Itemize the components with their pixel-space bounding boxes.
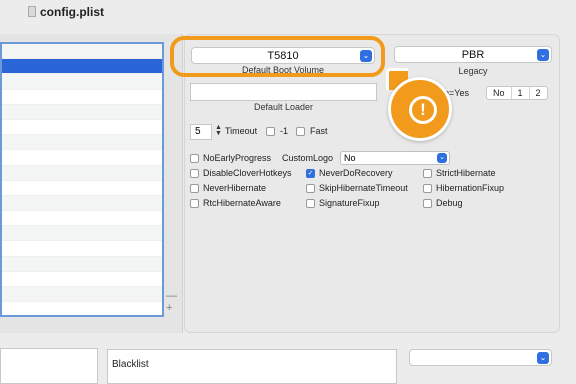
list-item[interactable] [2, 135, 162, 151]
list-item[interactable] [2, 44, 162, 60]
chevron-updown-icon: ⌄ [537, 49, 549, 61]
noearlyprogress-checkbox[interactable] [190, 154, 199, 163]
list-item[interactable] [2, 74, 162, 90]
window: config.plist — + T5810 ⌄ Default Boot Vo… [0, 0, 576, 384]
rtchibernateaware-checkbox[interactable] [190, 199, 199, 208]
list-item[interactable] [2, 104, 162, 120]
list-item[interactable] [2, 256, 162, 272]
skiphibernatetimeout-checkbox[interactable] [306, 184, 315, 193]
list-item[interactable] [2, 226, 162, 242]
blacklist-label: Blacklist [112, 359, 149, 370]
default-loader-field[interactable] [190, 83, 377, 101]
file-icon [28, 6, 36, 17]
segment-no[interactable]: No [487, 87, 511, 99]
list-item[interactable] [2, 150, 162, 166]
default-boot-volume-popup[interactable]: T5810 ⌄ [191, 47, 375, 64]
skiphibernatetimeout-label: SkipHibernateTimeout [319, 183, 408, 193]
chevron-updown-icon: ⌄ [360, 50, 372, 62]
segment-2[interactable]: 2 [528, 87, 547, 99]
legacy-value: PBR [461, 48, 485, 61]
neverdorecovery-label: NeverDoRecovery [319, 168, 393, 178]
list-item[interactable] [2, 181, 162, 196]
customlogo-popup[interactable]: No ⌄ [340, 151, 450, 165]
legacy-caption: Legacy [458, 66, 488, 76]
debug-label: Debug [436, 198, 463, 208]
signaturefixup-label: SignatureFixup [319, 198, 380, 208]
rtchibernateaware-label: RtcHibernateAware [203, 198, 281, 208]
fast-label: Fast [310, 126, 328, 136]
list-item[interactable] [2, 195, 162, 212]
stricthibernate-checkbox[interactable] [423, 169, 432, 178]
blacklist-field[interactable]: Blacklist [107, 349, 397, 384]
section-list[interactable] [0, 42, 164, 317]
list-item[interactable] [2, 272, 162, 287]
list-item[interactable] [2, 165, 162, 181]
exclamation-icon: ! [409, 96, 437, 124]
chevron-updown-icon: ⌄ [537, 352, 549, 364]
neverdorecovery-checkbox[interactable]: ✓ [306, 169, 315, 178]
customlogo-value: No [344, 153, 356, 163]
noearlyprogress-label: NoEarlyProgress [203, 153, 272, 163]
default-boot-volume-value: T5810 [267, 49, 299, 62]
stricthibernate-label: StrictHibernate [436, 168, 496, 178]
list-item[interactable] [2, 302, 162, 315]
list-item[interactable] [2, 211, 162, 227]
fast-checkbox[interactable] [296, 127, 305, 136]
bottom-popup[interactable]: ⌄ [409, 349, 552, 366]
signaturefixup-checkbox[interactable] [306, 199, 315, 208]
list-item[interactable] [2, 287, 162, 303]
segment-1[interactable]: 1 [510, 87, 529, 99]
window-title: config.plist [40, 5, 104, 19]
bottom-left-list[interactable] [0, 348, 98, 384]
add-item-button[interactable]: + [166, 302, 172, 314]
list-item[interactable] [2, 59, 162, 75]
remove-item-button[interactable]: — [166, 290, 177, 302]
disablecloverhotkeys-label: DisableCloverHotkeys [203, 168, 292, 178]
timeout-field[interactable]: 5 [190, 124, 212, 140]
chevron-down-icon: ⌄ [437, 153, 447, 163]
legacy-popup[interactable]: PBR ⌄ [394, 46, 552, 63]
list-item[interactable] [2, 120, 162, 136]
timeout-stepper[interactable]: ▲ ▼ [214, 124, 223, 139]
hibernationfixup-checkbox[interactable] [423, 184, 432, 193]
minus1-checkbox[interactable] [266, 127, 275, 136]
list-item[interactable] [2, 241, 162, 257]
list-item[interactable] [2, 90, 162, 105]
debug-checkbox[interactable] [423, 199, 432, 208]
neverhibernate-label: NeverHibernate [203, 183, 267, 193]
hibernationfixup-label: HibernationFixup [436, 183, 505, 193]
timeout-label: Timeout [225, 126, 258, 136]
default-loader-caption: Default Loader [253, 102, 314, 112]
default-boot-volume-caption: Default Boot Volume [241, 65, 325, 75]
warning-badge: ! [388, 77, 452, 141]
title-bar: config.plist [0, 0, 576, 26]
disablecloverhotkeys-checkbox[interactable] [190, 169, 199, 178]
minus1-label: -1 [280, 126, 289, 136]
segmented-control[interactable]: No 1 2 [486, 86, 548, 100]
neverhibernate-checkbox[interactable] [190, 184, 199, 193]
customlogo-label: CustomLogo [282, 153, 334, 163]
